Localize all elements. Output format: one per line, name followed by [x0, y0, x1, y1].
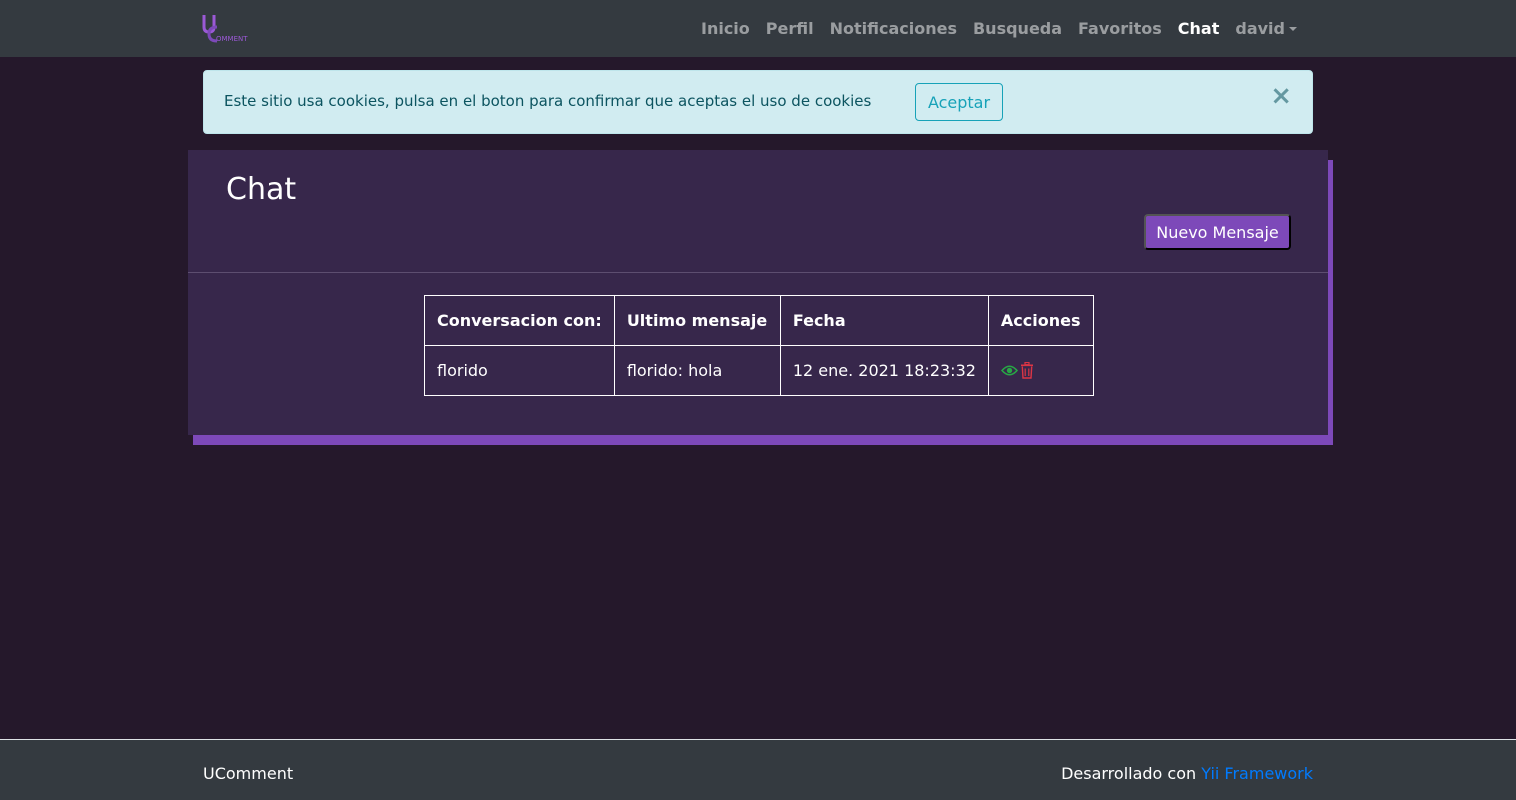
footer-brand: UComment	[203, 764, 294, 783]
conversation-user: florido	[424, 345, 615, 396]
user-name: david	[1235, 19, 1285, 38]
user-dropdown[interactable]: david	[1227, 19, 1305, 38]
cookie-alert: Este sitio usa cookies, pulsa en el boto…	[203, 70, 1313, 134]
footer: UComment Desarrollado con Yii Framework	[0, 739, 1516, 800]
nav-item-perfil[interactable]: Perfil	[758, 19, 822, 38]
footer-credits: Desarrollado con Yii Framework	[1061, 764, 1313, 783]
nav-links: Inicio Perfil Notificaciones Busqueda Fa…	[693, 0, 1305, 57]
nav-item-busqueda[interactable]: Busqueda	[965, 19, 1070, 38]
new-message-button[interactable]: Nuevo Mensaje	[1144, 214, 1291, 250]
footer-developed-text: Desarrollado con	[1061, 764, 1197, 783]
column-header-date: Fecha	[779, 295, 989, 346]
last-message: florido: hola	[613, 345, 781, 396]
row-actions	[987, 345, 1094, 396]
column-header-last-message: Ultimo mensaje	[613, 295, 781, 346]
conversations-table: Conversacion con: Ultimo mensaje Fecha A…	[424, 295, 1094, 396]
brand-logo-text: OMMENT	[216, 35, 248, 43]
navbar: OMMENT Inicio Perfil Notificaciones Busq…	[0, 0, 1516, 57]
caret-down-icon	[1289, 27, 1297, 31]
cookie-alert-message: Este sitio usa cookies, pulsa en el boto…	[224, 92, 872, 110]
chat-card: Chat Nuevo Mensaje Conversacion con: Ult…	[188, 150, 1328, 435]
eye-icon[interactable]	[1000, 364, 1018, 377]
close-icon[interactable]: ×	[1270, 83, 1292, 109]
column-header-actions: Acciones	[987, 295, 1094, 346]
nav-item-notificaciones[interactable]: Notificaciones	[822, 19, 965, 38]
table-header-row: Conversacion con: Ultimo mensaje Fecha A…	[424, 295, 1094, 346]
nav-item-inicio[interactable]: Inicio	[693, 19, 758, 38]
accept-cookies-button[interactable]: Aceptar	[915, 83, 1003, 121]
nav-item-favoritos[interactable]: Favoritos	[1070, 19, 1170, 38]
page-title: Chat	[226, 172, 297, 207]
divider	[188, 272, 1328, 273]
trash-icon[interactable]	[1020, 362, 1034, 379]
brand-logo[interactable]: OMMENT	[201, 13, 257, 45]
message-date: 12 ene. 2021 18:23:32	[779, 345, 989, 396]
yii-framework-link[interactable]: Yii Framework	[1201, 764, 1313, 783]
column-header-conversation: Conversacion con:	[424, 295, 615, 346]
nav-item-chat[interactable]: Chat	[1170, 19, 1228, 38]
table-row: florido florido: hola 12 ene. 2021 18:23…	[424, 345, 1094, 396]
